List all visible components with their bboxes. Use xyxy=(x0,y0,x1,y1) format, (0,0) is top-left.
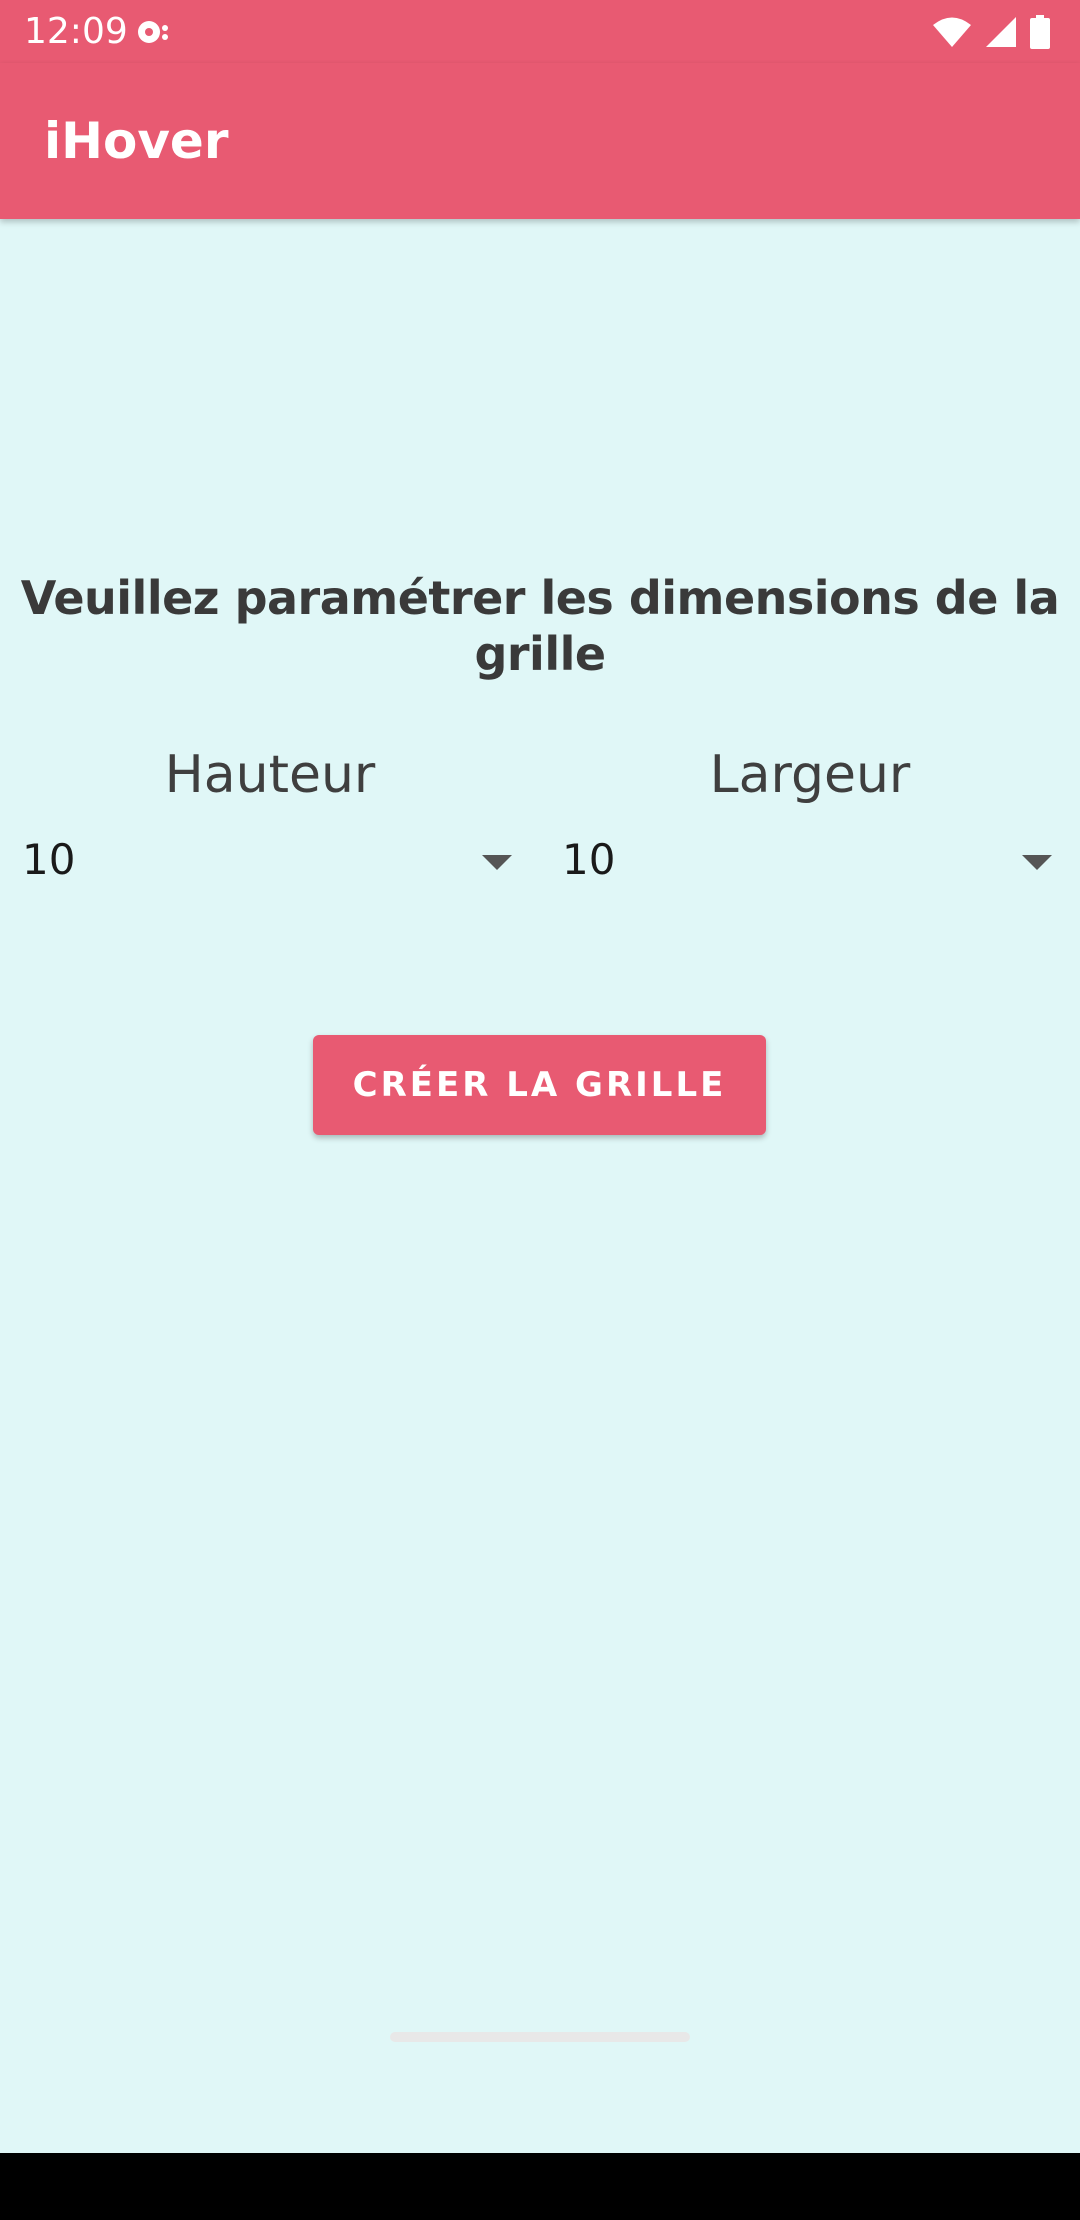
main-content xyxy=(0,219,1080,2153)
status-bar: 12:09 xyxy=(0,0,1080,63)
height-dropdown[interactable]: 10 xyxy=(22,820,522,900)
create-grid-button[interactable]: CRÉER LA GRILLE xyxy=(313,1035,766,1135)
app-bar: iHover xyxy=(0,63,1080,219)
height-dropdown-value: 10 xyxy=(22,835,76,884)
wifi-icon xyxy=(933,17,971,47)
dropdown-arrow-icon xyxy=(1022,855,1052,870)
signal-icon xyxy=(986,17,1016,47)
dropdown-arrow-icon xyxy=(482,855,512,870)
width-label: Largeur xyxy=(709,745,911,805)
home-indicator[interactable] xyxy=(390,2032,690,2042)
instruction-text: Veuillez paramétrer les dimensions de la… xyxy=(20,571,1060,681)
battery-icon xyxy=(1030,15,1050,49)
height-label: Hauteur xyxy=(164,745,376,805)
notification-icon xyxy=(138,21,168,43)
navigation-bar xyxy=(0,2153,1080,2220)
status-icons xyxy=(932,14,1050,50)
status-time: 12:09 xyxy=(24,11,128,52)
width-dropdown-value: 10 xyxy=(562,835,616,884)
width-dropdown[interactable]: 10 xyxy=(562,820,1062,900)
app-title: iHover xyxy=(44,112,229,170)
